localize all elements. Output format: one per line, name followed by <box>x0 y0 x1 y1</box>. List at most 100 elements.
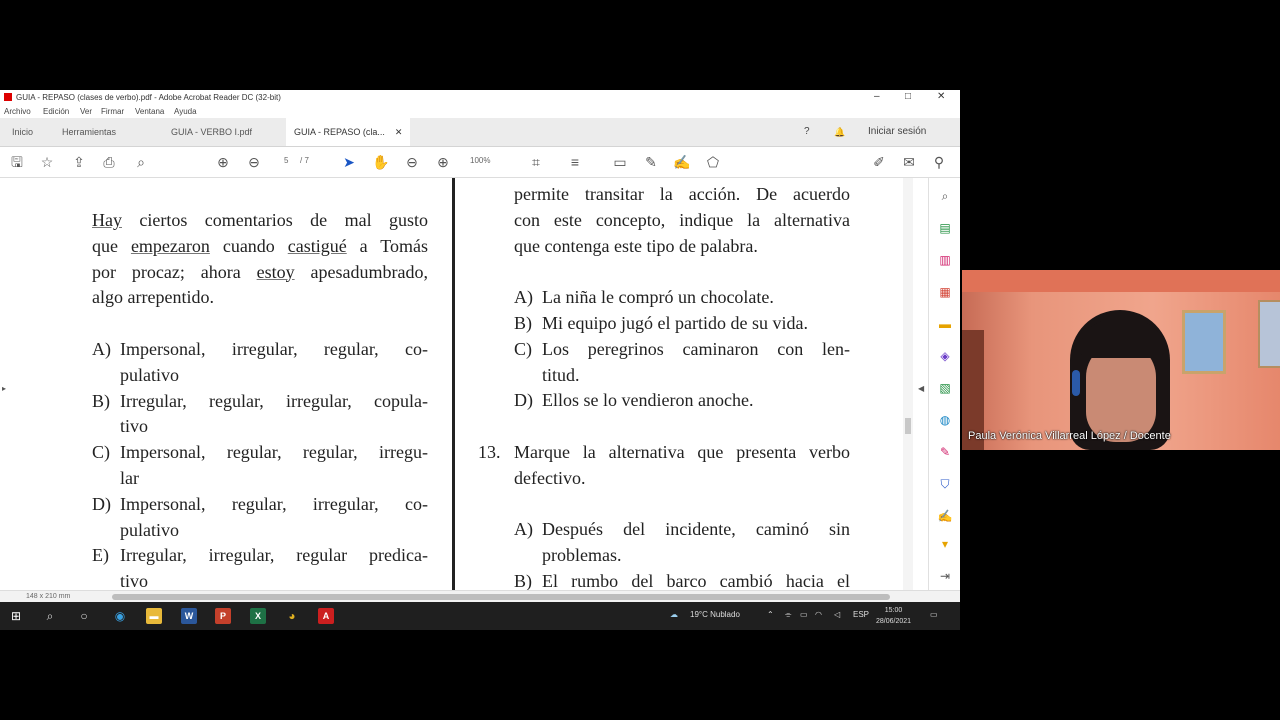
fill-sign-pane-icon[interactable]: ✎ <box>937 444 953 460</box>
zoom-out-icon[interactable]: ⊖ <box>403 153 421 171</box>
chrome-icon[interactable]: ◕ <box>284 608 300 624</box>
participant-video-tile[interactable]: Paula Verónica Villarreal López / Docent… <box>962 270 1280 450</box>
answer-option-c: C) Impersonal, regular, regular, irregu-… <box>92 440 428 492</box>
share-user-icon[interactable]: ⚲ <box>930 153 948 171</box>
tray-chevron-icon[interactable]: ⌃ <box>767 610 774 619</box>
page-number-input[interactable]: 5 <box>284 156 288 165</box>
pane-toggle-icon[interactable]: ◀ <box>918 384 924 393</box>
edit-pdf-icon[interactable]: ▦ <box>937 284 953 300</box>
menu-ver[interactable]: Ver <box>80 107 92 116</box>
windows-taskbar: ⊞ ⌕ ○ ◉ ▬ W P X ◕ A ☁ 19°C Nublado ⌃ ⌯ ▭… <box>0 602 960 630</box>
tray-network-icon[interactable]: ⌯ <box>785 610 791 620</box>
acrobat-reader-icon[interactable]: A <box>318 608 334 624</box>
send-signature-icon[interactable]: ✍ <box>937 508 953 524</box>
scan-icon[interactable]: ◍ <box>937 412 953 428</box>
menu-ayuda[interactable]: Ayuda <box>174 107 197 116</box>
print-icon[interactable]: ⎙ <box>100 153 118 171</box>
menu-firmar[interactable]: Firmar <box>101 107 124 116</box>
shared-screen: GUIA - REPASO (clases de verbo).pdf - Ad… <box>0 90 960 630</box>
toolbar: 🖫 ☆ ⇪ ⎙ ⌕ ⊕ ⊖ 5 / 7 ➤ ✋ ⊖ ⊕ 100% ⌗ ≡ ▭ ✎… <box>0 147 960 178</box>
tab-guia-verbo[interactable]: GUIA - VERBO I.pdf <box>163 118 260 146</box>
tab-bar: Inicio Herramientas GUIA - VERBO I.pdf G… <box>0 118 960 147</box>
pdf-page-view[interactable]: Hay ciertos comentarios de mal gusto que… <box>0 178 930 590</box>
excel-icon[interactable]: X <box>250 608 266 624</box>
column-divider <box>452 178 455 590</box>
sign-in-button[interactable]: Iniciar sesión <box>868 118 926 146</box>
file-explorer-icon[interactable]: ▬ <box>146 608 162 624</box>
task-view-icon[interactable]: ○ <box>76 608 92 624</box>
zoom-in-icon[interactable]: ⊕ <box>434 153 452 171</box>
more-tools-icon[interactable]: ▾ <box>937 536 953 552</box>
stamp-icon[interactable]: ⬠ <box>704 153 722 171</box>
bookmark-star-icon[interactable]: ☆ <box>38 153 56 171</box>
option-label: B) <box>514 570 532 590</box>
tab-inicio[interactable]: Inicio <box>4 118 41 146</box>
tray-volume-icon[interactable]: ◁ <box>834 610 840 619</box>
question-13: 13. Marque la alternativa que presenta v… <box>478 440 850 492</box>
sign-icon[interactable]: ✍ <box>673 153 691 171</box>
protect-icon[interactable]: ⛉ <box>937 476 953 492</box>
fill-sign-icon[interactable]: ✐ <box>870 153 888 171</box>
option-label: C) <box>514 338 532 359</box>
combine-files-icon[interactable]: ◈ <box>937 348 953 364</box>
taskbar-clock[interactable]: 15:00 28/06/2021 <box>876 605 911 627</box>
collapse-pane-icon[interactable]: ⇥ <box>937 568 953 584</box>
menu-ventana[interactable]: Ventana <box>135 107 164 116</box>
word-icon[interactable]: W <box>181 608 197 624</box>
organize-pages-icon[interactable]: ▧ <box>937 380 953 396</box>
option-line: lar <box>120 467 139 488</box>
menu-archivo[interactable]: Archivo <box>4 107 31 116</box>
select-cursor-icon[interactable]: ➤ <box>340 153 358 171</box>
stem-line: Hay ciertos comentarios de mal gusto <box>92 208 428 234</box>
next-page-icon[interactable]: ⊖ <box>245 153 263 171</box>
maximize-button[interactable]: □ <box>905 91 911 102</box>
q13-option-a: A) Después del incidente, caminó sin pro… <box>514 517 850 569</box>
comment-icon[interactable]: ▭ <box>611 153 629 171</box>
weather-icon: ☁ <box>670 610 678 619</box>
edge-browser-icon[interactable]: ◉ <box>112 608 128 624</box>
tab-guia-repaso[interactable]: GUIA - REPASO (cla... ✕ <box>286 118 411 146</box>
crop-icon[interactable]: ⌗ <box>527 153 545 171</box>
tray-wifi-icon[interactable]: ◠ <box>815 610 822 619</box>
option-line: tivo <box>120 416 149 437</box>
prev-page-icon[interactable]: ⊕ <box>214 153 232 171</box>
notifications-icon[interactable]: 🔔 <box>834 118 845 146</box>
minimize-button[interactable]: – <box>874 91 880 102</box>
zoom-level-select[interactable]: 100% <box>470 156 490 165</box>
save-icon[interactable]: 🖫 <box>8 153 26 171</box>
input-language[interactable]: ESP <box>853 610 869 619</box>
option-line: El rumbo del barco cambió hacia el <box>542 570 850 590</box>
close-window-button[interactable]: ✕ <box>937 91 945 102</box>
action-center-icon[interactable]: ▭ <box>930 610 938 619</box>
scroll-mode-icon[interactable]: ≡ <box>566 153 584 171</box>
vertical-scrollbar[interactable] <box>903 178 913 590</box>
tab-herramientas[interactable]: Herramientas <box>54 118 124 146</box>
email-icon[interactable]: ✉ <box>900 153 918 171</box>
search-pane-icon[interactable]: ⌕ <box>937 188 953 204</box>
search-icon[interactable]: ⌕ <box>132 153 150 171</box>
highlight-pen-icon[interactable]: ✎ <box>642 153 660 171</box>
powerpoint-icon[interactable]: P <box>215 608 231 624</box>
stem-fragment: por procaz; ahora <box>92 261 257 282</box>
menu-edicion[interactable]: Edición <box>43 107 69 116</box>
clock-date: 28/06/2021 <box>876 618 912 625</box>
weather-readout[interactable]: 19°C Nublado <box>690 610 740 619</box>
vertical-scroll-thumb[interactable] <box>905 418 911 434</box>
q12-option-c: C) Los peregrinos caminaron con len- tit… <box>514 337 850 389</box>
horizontal-scroll-thumb[interactable] <box>112 594 890 600</box>
comment-pane-icon[interactable]: ▬ <box>937 316 953 332</box>
option-line: pulativo <box>120 364 179 385</box>
windows-start-icon[interactable]: ⊞ <box>8 608 24 624</box>
tray-battery-icon[interactable]: ▭ <box>800 610 808 619</box>
left-pane-toggle-icon[interactable]: ▸ <box>2 384 6 393</box>
close-tab-icon[interactable]: ✕ <box>395 127 403 137</box>
option-line: Impersonal, irregular, regular, co- <box>120 338 428 359</box>
hand-tool-icon[interactable]: ✋ <box>372 153 390 171</box>
search-icon[interactable]: ⌕ <box>42 608 58 624</box>
upload-icon[interactable]: ⇪ <box>70 153 88 171</box>
export-pdf-icon[interactable]: ▤ <box>937 220 953 236</box>
option-line: Ellos se lo vendieron anoche. <box>542 390 754 411</box>
option-line: La niña le compró un chocolate. <box>542 287 774 308</box>
help-icon[interactable]: ? <box>804 118 810 146</box>
create-pdf-icon[interactable]: ▥ <box>937 252 953 268</box>
